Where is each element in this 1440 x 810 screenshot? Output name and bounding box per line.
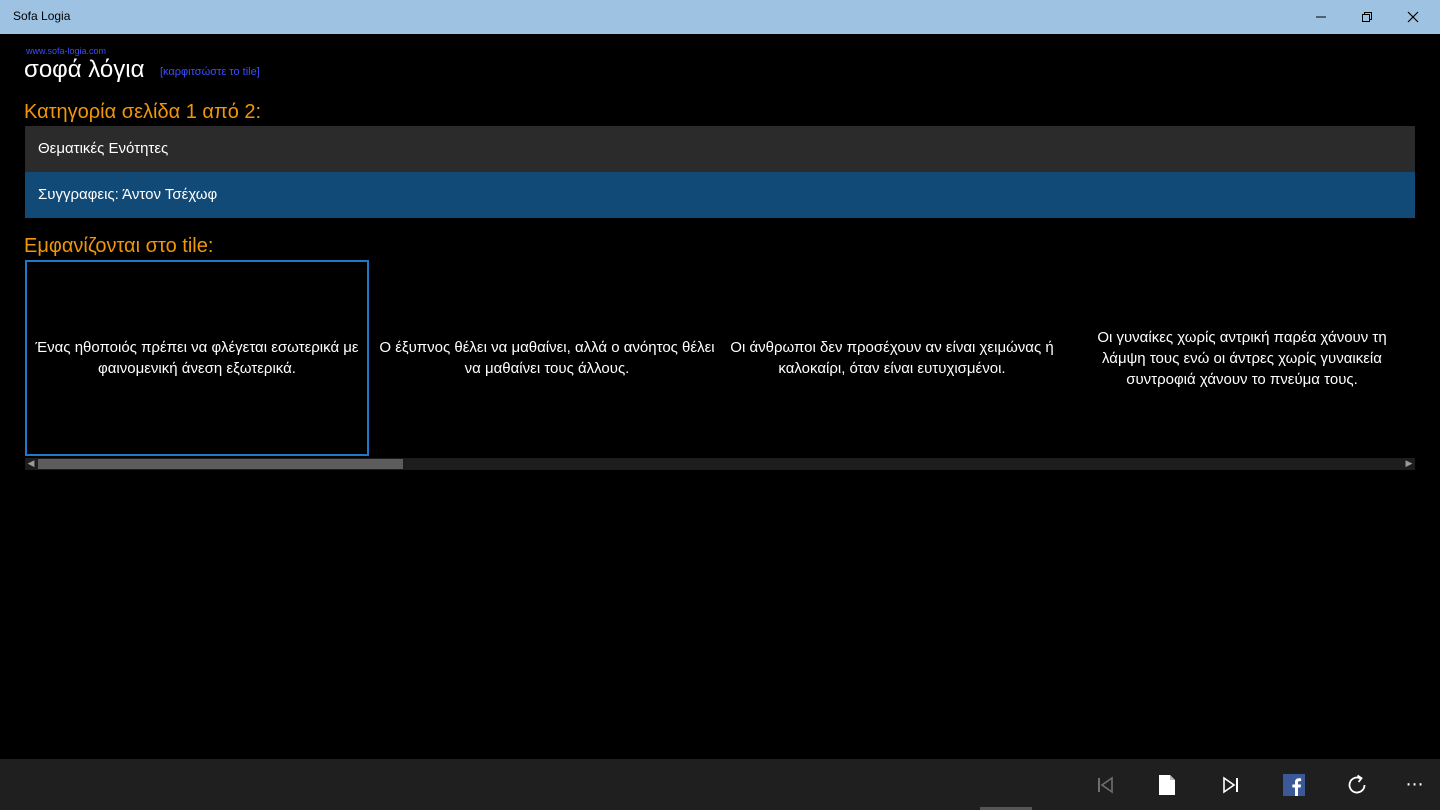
quote-text: Ένας ηθοποιός πρέπει να φλέγεται εσωτερι… [35, 339, 359, 377]
facebook-icon [1283, 773, 1305, 796]
quote-tile[interactable]: Ένας ηθοποιός πρέπει να φλέγεται εσωτερι… [25, 260, 369, 456]
site-url[interactable]: www.sofa-logia.com [26, 46, 106, 56]
scroll-right-icon[interactable]: ▶ [1403, 458, 1415, 470]
category-item-thematic[interactable]: Θεματικές Ενότητες [25, 126, 1415, 172]
first-page-button[interactable] [1080, 759, 1130, 810]
scroll-left-icon[interactable]: ◀ [25, 458, 37, 470]
refresh-icon [1348, 774, 1366, 793]
restore-button[interactable] [1344, 0, 1390, 34]
tile-heading: Εμφανίζονται στο tile: [24, 235, 214, 257]
quote-text: Οι άνθρωποι δεν προσέχουν αν είναι χειμώ… [730, 339, 1054, 377]
more-button[interactable]: ⋯ [1390, 759, 1440, 810]
pin-tile-link[interactable]: [καρφιτσώστε το tile] [160, 66, 260, 78]
app-window: Sofa Logia www.sofa-logia.com σοφά λόγια… [0, 0, 1440, 810]
facebook-button[interactable] [1269, 759, 1319, 810]
close-icon [1407, 11, 1419, 23]
quote-tile[interactable]: Ο έξυπνος θέλει να μαθαίνει, αλλά ο ανόη… [375, 260, 719, 456]
restore-icon [1362, 12, 1372, 22]
title-bar[interactable]: Sofa Logia [0, 0, 1440, 34]
quote-tile[interactable]: Οι άνθρωποι δεν προσέχουν αν είναι χειμώ… [720, 260, 1064, 456]
skip-last-icon [1223, 775, 1238, 794]
quote-tiles: Ένας ηθοποιός πρέπει να φλέγεται εσωτερι… [25, 260, 1415, 456]
scrollbar-thumb[interactable] [38, 459, 403, 469]
bottom-app-bar: ⋯ [0, 759, 1440, 810]
horizontal-scrollbar[interactable]: ◀ ▶ [25, 458, 1415, 470]
window-title: Sofa Logia [13, 9, 71, 23]
app-name: σοφά λόγια [24, 56, 145, 83]
quote-text: Οι γυναίκες χωρίς αντρική παρέα χάνουν τ… [1097, 328, 1387, 388]
more-icon: ⋯ [1405, 774, 1425, 795]
close-button[interactable] [1390, 0, 1436, 34]
refresh-button[interactable] [1332, 759, 1382, 810]
category-list: Θεματικές Ενότητες Συγγραφεις: Άντον Τσέ… [25, 126, 1415, 218]
last-page-button[interactable] [1206, 759, 1256, 810]
category-heading: Κατηγορία σελίδα 1 από 2: [24, 101, 262, 123]
quote-text: Ο έξυπνος θέλει να μαθαίνει, αλλά ο ανόη… [379, 339, 715, 377]
page-icon [1159, 774, 1175, 795]
quote-tile[interactable]: Οι γυναίκες χωρίς αντρική παρέα χάνουν τ… [1070, 260, 1414, 456]
minimize-button[interactable] [1298, 0, 1344, 34]
minimize-icon [1316, 16, 1326, 18]
skip-first-icon [1098, 775, 1113, 794]
page-button[interactable] [1142, 759, 1192, 810]
category-item-author[interactable]: Συγγραφεις: Άντον Τσέχωφ [25, 172, 1415, 218]
